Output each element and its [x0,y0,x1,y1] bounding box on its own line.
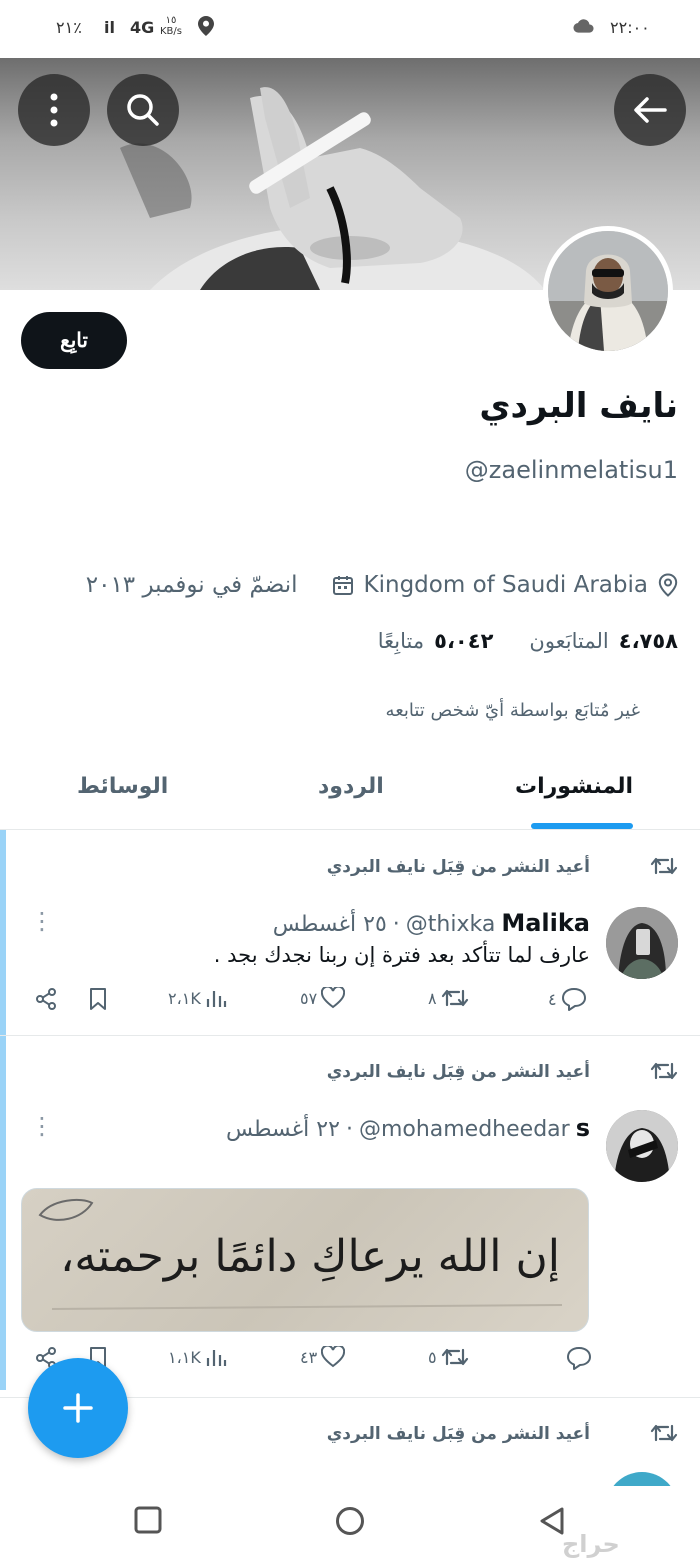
followers-count[interactable]: ٤،٧٥٨ [619,629,678,653]
repost-icon [650,855,678,881]
post-actions: ٢،١K ٥٧ ٨ ٤ [34,987,590,1019]
more-vertical-icon [50,93,58,127]
tab-media[interactable]: الوسائط [77,774,168,799]
views-icon [206,1350,226,1366]
views-button[interactable]: ١،١K [168,1346,227,1368]
avatar-photo [548,231,668,351]
post-text: عارف لما تتأكد بعد فترة إن ربنا نجدك بجد… [213,943,590,967]
repost-icon [650,1060,678,1086]
location-icon [198,16,214,41]
post-header: Malika @thixka · ٢٥ أغسطس [272,909,590,937]
calendar-icon [332,574,354,596]
signal-icon: il [104,18,115,37]
repost-icon [650,1422,678,1448]
reply-button[interactable]: ٤ [548,987,587,1011]
reply-icon [567,1347,591,1370]
post-avatar[interactable] [606,907,678,979]
cloud-icon [572,14,594,38]
location-icon [658,573,678,597]
post-author[interactable]: Malika [501,909,590,937]
repost-label: أعيد النشر من قِبَل نايف البردي [326,857,590,877]
post-avatar[interactable] [606,1472,678,1486]
replies-count: ٤ [548,989,557,1009]
profile-meta: Kingdom of Saudi Arabia انضمّ في نوفمبر … [86,568,678,602]
watermark-logo: حراج [562,1530,620,1558]
username: @zaelinmelatisu1 [464,456,678,484]
post-avatar[interactable] [606,1110,678,1182]
network-speed: ١٥ KB/s [160,15,182,37]
status-bar: ٢١٪ il 4G ١٥ KB/s ٢٢:٠٠ [0,0,700,58]
network-type: 4G [130,18,155,37]
repost-icon [441,1348,468,1366]
location-text: Kingdom of Saudi Arabia [363,572,648,598]
heart-icon [321,987,346,1009]
arrow-back-icon [634,97,667,123]
likes-count: ٥٧ [300,988,318,1008]
post-item[interactable]: أعيد النشر من قِبَل نايف البردي Malika @… [0,831,700,1036]
display-name: نايف البردي [479,386,678,426]
repost-label: أعيد النشر من قِبَل نايف البردي [326,1424,590,1444]
compose-button[interactable] [28,1358,128,1458]
home-button[interactable] [335,1506,365,1540]
post-handle[interactable]: @mohamedheedar [359,1117,570,1142]
tab-replies[interactable]: الردود [318,774,384,799]
tab-posts[interactable]: المنشورات [515,774,633,799]
following-count[interactable]: ٥،٠٤٢ [434,629,493,653]
followers-label[interactable]: المتابَعون [529,629,608,653]
views-count: ١،١K [168,1347,201,1367]
post-date: ٢٥ أغسطس [272,912,387,937]
repost-button[interactable]: ٥ [428,1346,469,1368]
clock: ٢٢:٠٠ [610,18,650,37]
post-image[interactable]: إن الله يرعاكِ دائمًا برحمته، [21,1188,589,1332]
post-date: ٢٢ أغسطس [225,1117,340,1142]
post-author[interactable]: s [576,1114,590,1142]
post-handle[interactable]: @thixka [406,912,496,937]
search-button[interactable] [107,74,179,146]
back-button[interactable] [614,74,686,146]
plus-icon [63,1393,93,1423]
reply-icon [561,988,586,1011]
repost-label: أعيد النشر من قِبَل نايف البردي [326,1062,590,1082]
following-label[interactable]: متابِعًا [378,629,424,653]
repost-button[interactable]: ٨ [428,987,469,1009]
joined-date: انضمّ في نوفمبر ٢٠١٣ [85,572,298,598]
share-icon [36,988,56,1010]
heart-icon [321,1346,346,1368]
post-more-icon[interactable]: ⋮ [30,1112,54,1140]
post-item[interactable]: أعيد النشر من قِبَل نايف البردي s @moham… [0,1036,700,1398]
reposts-count: ٨ [428,988,437,1008]
circle-icon [336,1507,364,1535]
views-icon [206,991,226,1007]
more-options-button[interactable] [18,74,90,146]
profile-avatar[interactable] [543,226,673,356]
profile-tabs: المنشورات الردود الوسائط [0,760,700,830]
likes-count: ٤٣ [300,1347,318,1367]
image-quote-text: إن الله يرعاكِ دائمًا برحمته، [60,1231,560,1282]
reposts-count: ٥ [428,1347,437,1367]
active-tab-indicator [531,823,633,829]
like-button[interactable]: ٤٣ [300,1346,346,1368]
reply-button[interactable] [562,1346,592,1370]
views-button[interactable]: ٢،١K [168,987,227,1009]
share-button[interactable] [34,987,58,1011]
post-actions: ١،١K ٤٣ ٥ [34,1346,592,1378]
post-more-icon[interactable]: ⋮ [30,907,54,935]
like-button[interactable]: ٥٧ [300,987,346,1009]
repost-icon [441,989,468,1007]
follow-stats: ٤،٧٥٨ المتابَعون ٥،٠٤٢ متابِعًا [378,624,678,658]
post-header: s @mohamedheedar · ٢٢ أغسطس [225,1114,590,1142]
search-icon [127,94,159,126]
square-icon [134,1506,162,1534]
bookmark-icon [90,988,106,1010]
battery-indicator: ٢١٪ [56,18,82,37]
follow-button[interactable]: تابِع [21,312,127,369]
views-count: ٢،١K [168,988,201,1008]
bookmark-button[interactable] [88,987,108,1011]
recents-button[interactable] [134,1506,162,1538]
not-followed-note: غير مُتابَع بواسطة أيّ شخص تتابعه [385,700,640,721]
